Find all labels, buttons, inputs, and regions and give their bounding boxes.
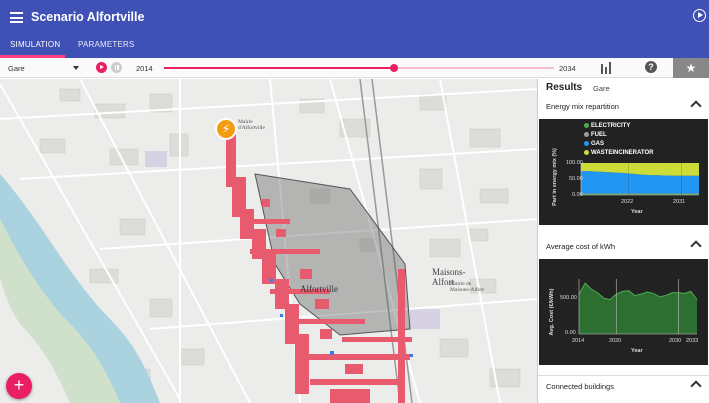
- start-year: 2014: [136, 64, 153, 73]
- year-slider[interactable]: [164, 64, 554, 72]
- scenario-select[interactable]: Gare: [8, 58, 82, 77]
- run-simulation-icon[interactable]: [693, 9, 706, 22]
- add-glyph: +: [13, 375, 25, 395]
- year-slider-fill: [164, 67, 395, 69]
- chevron-up-icon: [690, 240, 702, 252]
- cost-y-label: Avg. Cost (€/kWh): [549, 288, 555, 336]
- play-button[interactable]: [96, 62, 107, 73]
- cost-x-tick-2030: 2030: [669, 338, 682, 344]
- map-label-mairie-maisons: Mairie de Maisons-Alfort: [450, 281, 484, 293]
- menu-icon[interactable]: [10, 12, 23, 23]
- results-panel: Results Gare Energy mix repartition ELEC…: [537, 79, 709, 403]
- heat-plant-bolt-icon[interactable]: ⚡: [215, 118, 237, 140]
- star-glyph: ★: [685, 61, 697, 75]
- end-year: 2034: [559, 64, 576, 73]
- year-slider-thumb[interactable]: [390, 64, 399, 72]
- bar-chart-icon[interactable]: [593, 58, 621, 78]
- energy-y-label: Part in energy mix (%): [552, 148, 558, 206]
- app-title: Scenario Alfortville: [31, 10, 145, 24]
- chevron-up-icon: [690, 380, 702, 392]
- energy-mix-plot: [580, 163, 699, 196]
- energy-x-label: Year: [631, 209, 643, 215]
- map-view[interactable]: Alfortville Maisons- Alfort Mairie d'Alf…: [0, 79, 537, 403]
- section-avg-cost-title: Average cost of kWh: [546, 242, 616, 251]
- scenario-select-value: Gare: [8, 64, 25, 73]
- map-label-mairie-alfortville: Mairie d'Alfortville: [238, 119, 265, 131]
- add-button[interactable]: +: [6, 373, 32, 399]
- bolt-glyph: ⚡: [221, 122, 231, 136]
- x-tick-2031: 2031: [673, 199, 686, 205]
- y-tick-100: 100.00: [566, 160, 583, 166]
- star-icon[interactable]: ★: [673, 58, 709, 78]
- timeline-toolbar: Gare 2014 2034 ? ★: [0, 58, 709, 78]
- section-connected-header[interactable]: Connected buildings: [538, 376, 709, 396]
- cost-x-label: Year: [631, 348, 643, 354]
- chevron-down-icon: [73, 66, 79, 70]
- cost-x-tick-2020: 2020: [609, 338, 622, 344]
- y-tick-50: 50.00: [569, 176, 583, 182]
- app-window: Scenario Alfortville SIMULATION PARAMETE…: [0, 0, 709, 403]
- pause-button[interactable]: [111, 62, 122, 73]
- cost-x-tick-2014: 2014: [572, 338, 585, 344]
- section-energy-mix-title: Energy mix repartition: [546, 102, 619, 111]
- chevron-up-icon: [690, 100, 702, 112]
- energy-mix-chart: ELECTRICITY FUEL GAS WASTEINCINERATOR 10…: [539, 119, 708, 225]
- x-tick-2022: 2022: [621, 199, 634, 205]
- map-label-alfortville: Alfortville: [300, 284, 338, 294]
- map-canvas: [0, 79, 537, 403]
- cost-y-tick-500: 500.00: [560, 295, 577, 301]
- cost-area: [579, 283, 697, 334]
- avg-cost-plot: [578, 279, 698, 335]
- help-icon[interactable]: ?: [640, 58, 660, 78]
- tab-simulation[interactable]: SIMULATION: [10, 40, 60, 49]
- app-header: Scenario Alfortville SIMULATION PARAMETE…: [0, 0, 709, 58]
- avg-cost-chart: 500.00 0.00 2014 2020 2030 2033 Year Avg…: [539, 259, 708, 365]
- section-connected-title: Connected buildings: [546, 382, 614, 391]
- section-avg-cost-header[interactable]: Average cost of kWh: [538, 236, 709, 256]
- tab-parameters[interactable]: PARAMETERS: [78, 40, 135, 49]
- cost-y-tick-0: 0.00: [565, 330, 576, 336]
- cost-x-tick-2033: 2033: [686, 338, 699, 344]
- help-glyph: ?: [645, 61, 657, 73]
- results-subtitle: Gare: [593, 84, 610, 93]
- section-energy-mix-header[interactable]: Energy mix repartition: [538, 96, 709, 116]
- y-tick-0: 0.00: [572, 192, 583, 198]
- results-title: Results: [546, 82, 583, 93]
